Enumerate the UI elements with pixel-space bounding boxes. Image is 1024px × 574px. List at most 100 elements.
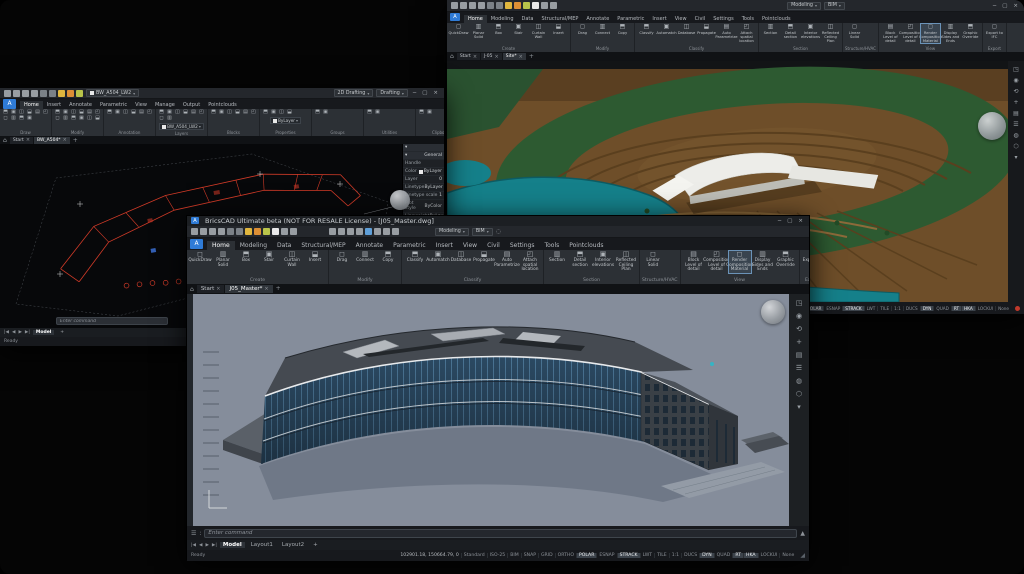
close-icon[interactable]: × [216,286,220,292]
doc-tab-start[interactable]: Start× [10,137,33,144]
status-toggle-tile[interactable]: TILE [654,553,669,558]
tab-annotate[interactable]: Annotate [351,241,388,250]
tool-icon[interactable]: ▣ [78,116,85,121]
status-toggle-snap[interactable]: SNAP [521,553,538,558]
tab-annotate[interactable]: Annotate [582,15,613,23]
tool-icon[interactable]: ⬒ [314,110,321,115]
flag-yellow-icon[interactable] [245,228,252,235]
tool-icon[interactable]: ⬒ [366,110,373,115]
status-toggle-lockui[interactable]: LOCKUI [758,553,780,558]
new-tab-button[interactable]: + [71,137,80,144]
properties-dropdown[interactable]: ByLayer▾ [270,117,301,124]
redo-icon[interactable] [49,90,56,97]
tool-icon[interactable]: ◰ [198,110,205,115]
status-toggle-1-1[interactable]: 1:1 [669,553,681,558]
doc-tab-bw-a504[interactable]: BW_A504*× [34,137,70,144]
doc-tab-site[interactable]: Site*× [503,53,526,60]
attach-spatial-location-button[interactable]: ◰Attach spatial location [519,251,541,273]
status-toggle-esnap[interactable]: ESNAP [596,553,616,558]
structure-panel-icon[interactable]: ⬡ [1013,144,1018,150]
swatch-icon[interactable] [272,228,279,235]
workspace-dropdown[interactable]: Modeling▾ [787,2,821,10]
orbit-icon[interactable]: ⟲ [1013,89,1018,95]
camera-icon[interactable] [383,228,390,235]
tab-home[interactable]: Home [207,241,235,250]
status-toggle-ducs[interactable]: DUCS [903,306,920,311]
bim-3d-viewport[interactable]: ◳◉⟲+▤☰◍⬡▾ [187,294,809,526]
planar-solid-button[interactable]: ▥Planar Solid [469,24,488,39]
property-row-handle[interactable]: Handle [403,160,444,168]
status-toggle-quad[interactable]: QUAD [933,306,950,311]
curtain-wall-button[interactable]: ◫Curtain Wall [281,251,303,268]
reflected-ceiling-plan-button[interactable]: ◫Reflected Ceiling Plan [615,251,637,273]
match-icon[interactable] [290,228,297,235]
tool-icon[interactable]: ◫ [226,110,233,115]
tool-icon[interactable]: ⬒ [418,110,425,115]
lookfrom-control-ball[interactable] [978,112,1006,140]
connect-button[interactable]: ▥Connect [593,24,612,35]
doc-tab-j-05[interactable]: J-05× [481,53,502,60]
tab-view[interactable]: View [671,15,691,23]
print-icon[interactable] [478,2,485,9]
maximize-button[interactable]: ▢ [420,90,429,96]
app-button[interactable]: A [190,239,203,249]
open-file-icon[interactable] [200,228,207,235]
tool-icon[interactable]: ◻ [2,116,9,121]
status-toggle-rt[interactable]: RT [732,553,743,558]
close-icon[interactable]: × [26,137,30,143]
workspace-dropdown[interactable]: Modeling▾ [435,228,469,236]
layout-tab-model[interactable]: Model [220,542,245,548]
status-toggle-iso-25[interactable]: ISO-25 [487,553,508,558]
layers-icon[interactable] [541,2,548,9]
export-to-ifc-button[interactable]: ◻Export to IFC [985,24,1004,39]
status-toggle-lwt[interactable]: LWT [640,553,655,558]
view-cube-icon[interactable]: ◳ [1013,67,1019,73]
classify-button[interactable]: ⬒Classify [637,24,656,35]
layout-tab-layout1[interactable]: Layout1 [248,542,276,548]
tool-icon[interactable]: ⬓ [234,110,241,115]
new-file-icon[interactable] [451,2,458,9]
app-button[interactable]: A [3,99,16,109]
dim-style-icon[interactable] [338,228,345,235]
workspace-dropdown[interactable]: 2D Drafting▾ [334,89,374,97]
tab-insert[interactable]: Insert [648,15,670,23]
tool-icon[interactable]: ▣ [270,110,277,115]
stair-button[interactable]: ▣Stair [258,251,280,264]
status-toggle-hka[interactable]: HKA [743,553,758,558]
tool-icon[interactable]: ⬓ [286,110,293,115]
close-icon[interactable]: × [264,286,268,292]
detail-section-button[interactable]: ⬒Detail section [781,24,800,39]
new-file-icon[interactable] [4,90,11,97]
tool-icon[interactable]: ◫ [174,110,181,115]
tab-settings[interactable]: Settings [505,241,540,250]
tab-modeling[interactable]: Modeling [235,241,272,250]
tab-output[interactable]: Output [179,101,204,109]
tool-icon[interactable]: ⬓ [130,110,137,115]
linear-solid-button[interactable]: ◻Linear Solid [845,24,864,39]
print-icon[interactable] [31,90,38,97]
command-input[interactable] [204,529,797,538]
flag-orange-icon[interactable] [514,2,521,9]
database-button[interactable]: ◫Database [677,24,696,35]
interior-elevations-button[interactable]: ▣Interior elevations [801,24,820,39]
tool-icon[interactable]: ⬓ [94,116,101,121]
tool-icon[interactable]: ⬒ [70,116,77,121]
structure-panel-icon[interactable]: ⬡ [796,391,802,398]
tool-icon[interactable]: ⬒ [106,110,113,115]
tab-annotate[interactable]: Annotate [65,101,96,109]
tab-insert[interactable]: Insert [43,101,65,109]
tab-parametric[interactable]: Parametric [96,101,131,109]
tool-icon[interactable]: ◰ [250,110,257,115]
tab-home[interactable]: Home [20,101,43,109]
reflected-ceiling-plan-button[interactable]: ◫Reflected Ceiling Plan [821,24,840,43]
connect-button[interactable]: ▥Connect [354,251,376,264]
chevron-down-icon[interactable]: ▾ [797,404,801,411]
render-composition-material-button[interactable]: ◻Render Composition Material [921,24,940,43]
automatch-button[interactable]: ▣Automatch [657,24,676,35]
expand-command-icon[interactable]: ▲ [800,530,805,537]
home-icon[interactable]: ⌂ [450,53,454,60]
command-input[interactable] [56,317,168,325]
tab-tools[interactable]: Tools [738,15,758,23]
classify-button[interactable]: ⬒Classify [404,251,426,264]
composition-level-of-detail-button[interactable]: ◰Composition Level of detail [901,24,920,43]
